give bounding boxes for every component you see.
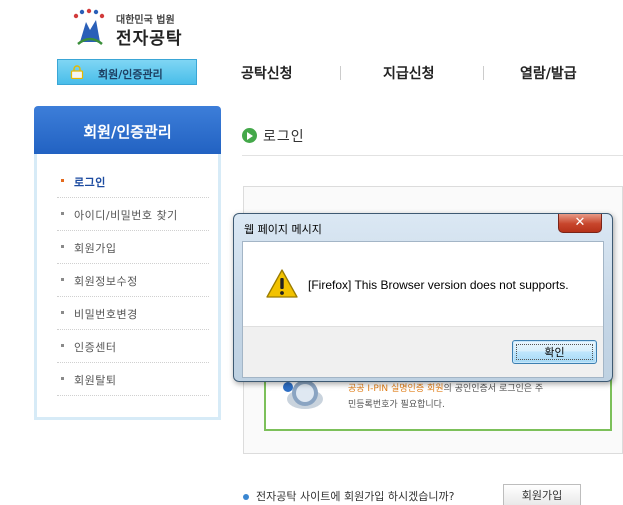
sidebar-item-withdraw[interactable]: 회원탈퇴 <box>57 363 209 396</box>
dialog-body: [Firefox] This Browser version does not … <box>242 241 604 378</box>
nav-divider <box>340 66 341 80</box>
page-title-text: 로그인 <box>263 129 305 145</box>
sidebar-item-cert-center[interactable]: 인증센터 <box>57 330 209 363</box>
sidebar-item-login[interactable]: 로그인 <box>57 165 209 198</box>
lock-icon <box>70 65 84 79</box>
sidebar-menu: 로그인 아이디/비밀번호 찾기 회원가입 회원정보수정 비밀번호변경 인증센터 … <box>34 154 221 420</box>
bullet-icon <box>243 494 249 500</box>
sidebar-item-find-id-password[interactable]: 아이디/비밀번호 찾기 <box>57 198 209 231</box>
dialog-title: 웹 페이지 메시지 <box>244 223 322 236</box>
ipin-notice-line1: 공공 I-PIN 실명인증 회원의 공인인증서 로그인은 주 <box>348 381 543 394</box>
bullet-icon <box>61 377 64 380</box>
sidebar-item-label: 로그인 <box>74 176 106 189</box>
ipin-notice-rest: 의 공인인증서 로그인은 주 <box>443 384 544 394</box>
sidebar-item-label: 회원가입 <box>74 242 117 255</box>
court-emblem-icon <box>73 8 105 45</box>
ipin-notice-highlight: 공공 I-PIN 실명인증 회원 <box>348 384 444 394</box>
bullet-icon <box>61 311 64 314</box>
arrow-right-icon <box>242 128 257 143</box>
nav-divider <box>483 66 484 80</box>
bullet-icon <box>61 344 64 347</box>
sidebar-title: 회원/인증관리 <box>83 123 172 141</box>
nav-member-auth[interactable]: 회원/인증관리 <box>57 59 197 85</box>
nav-view-issue[interactable]: 열람/발급 <box>520 63 577 83</box>
sidebar-item-label: 회원탈퇴 <box>74 374 117 387</box>
sidebar-item-join[interactable]: 회원가입 <box>57 231 209 264</box>
sidebar-item-change-password[interactable]: 비밀번호변경 <box>57 297 209 330</box>
divider <box>242 155 623 156</box>
nav-deposit-apply[interactable]: 공탁신청 <box>241 63 293 83</box>
join-button[interactable]: 회원가입 <box>503 484 581 505</box>
bullet-icon <box>61 278 64 281</box>
sidebar-item-label: 회원정보수정 <box>74 275 138 288</box>
bullet-icon <box>61 212 64 215</box>
sidebar-item-label: 아이디/비밀번호 찾기 <box>74 209 178 222</box>
sidebar-item-edit-profile[interactable]: 회원정보수정 <box>57 264 209 297</box>
message-dialog: 웹 페이지 메시지 ✕ [Firefox] This Browser versi… <box>233 213 613 382</box>
join-question: 전자공탁 사이트에 회원가입 하시겠습니까? <box>256 490 455 503</box>
dialog-ok-label: 확인 <box>544 346 565 359</box>
nav-member-label: 회원/인증관리 <box>98 68 163 81</box>
bullet-icon <box>61 245 64 248</box>
bullet-icon <box>61 179 64 182</box>
close-icon: ✕ <box>574 215 586 230</box>
nav-payment-apply[interactable]: 지급신청 <box>383 63 435 83</box>
warning-icon <box>266 269 298 298</box>
sidebar-header: 회원/인증관리 <box>34 106 221 154</box>
dialog-close-button[interactable]: ✕ <box>558 214 602 233</box>
ipin-notice-line2: 민등록번호가 필요합니다. <box>348 400 445 410</box>
sidebar-item-label: 인증센터 <box>74 341 117 354</box>
dialog-message-area: [Firefox] This Browser version does not … <box>243 242 603 327</box>
sidebar-item-label: 비밀번호변경 <box>74 308 138 321</box>
dialog-message: [Firefox] This Browser version does not … <box>308 278 569 292</box>
dialog-ok-button[interactable]: 확인 <box>512 340 597 364</box>
site-logo[interactable]: 대한민국 법원 전자공탁 <box>70 8 190 49</box>
logo-title: 전자공탁 <box>116 29 183 49</box>
